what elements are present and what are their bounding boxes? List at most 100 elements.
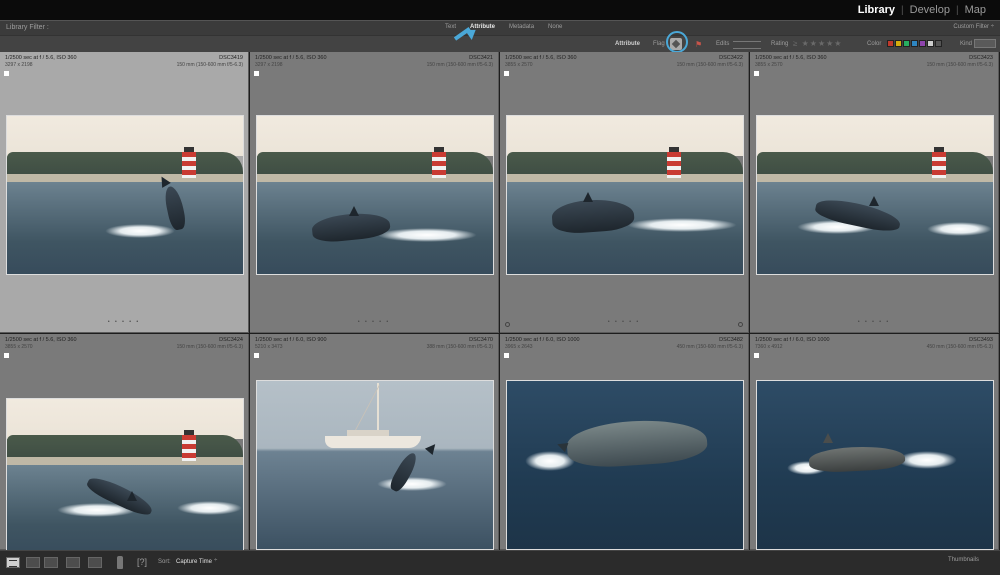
attribute-filter-row: Attribute Flag ⚑ Edits Rating ≥ ★★★★★ Co…	[0, 35, 1000, 53]
lens-info: 150 mm (150-600 mm f/5-6.3)	[426, 62, 493, 68]
sort-direction-icon[interactable]: [?]	[137, 557, 147, 567]
rating-stars-filter[interactable]: ≥ ★★★★★	[793, 39, 842, 48]
image-dimensions: 3965 x 2643	[505, 344, 533, 350]
lens-info: 150 mm (150-600 mm f/5-6.3)	[676, 62, 743, 68]
flag-badge-icon[interactable]	[504, 353, 509, 358]
rating-dots[interactable]: • • • • •	[500, 319, 748, 325]
image-dimensions: 3297 x 2198	[5, 62, 33, 68]
library-filter-bar: Library Filter : Text Attribute Metadata…	[0, 20, 1000, 53]
flag-badge-icon[interactable]	[754, 353, 759, 358]
exposure-info: 1/2500 sec at f / 6.0, ISO 1000	[755, 337, 830, 343]
file-name: DSC3423	[969, 55, 993, 61]
grid-cell[interactable]: 1/2500 sec at f / 6.0, ISO 900 DSC3470 5…	[250, 334, 499, 550]
edits-filter-icon[interactable]	[733, 41, 761, 49]
tab-none[interactable]: None	[543, 23, 567, 31]
people-view-icon[interactable]	[88, 557, 102, 568]
file-name: DSC3424	[219, 337, 243, 343]
bottom-toolbar: [?] Sort: Capture Time ÷ Thumbnails	[0, 550, 1000, 575]
flag-badge-icon[interactable]	[4, 71, 9, 76]
grid-cell[interactable]: 1/2500 sec at f / 5.6, ISO 360 DSC3421 3…	[250, 52, 499, 333]
thumbnail-image[interactable]	[506, 380, 744, 550]
module-develop[interactable]: Develop	[904, 4, 956, 16]
module-map[interactable]: Map	[959, 4, 992, 16]
lens-info: 450 mm (150-600 mm f/5-6.3)	[676, 344, 743, 350]
tab-text[interactable]: Text	[440, 23, 461, 31]
survey-view-icon[interactable]	[66, 557, 80, 568]
painter-spray-icon[interactable]	[117, 556, 123, 569]
rating-label: Rating	[771, 41, 789, 47]
tab-metadata[interactable]: Metadata	[504, 23, 539, 31]
annotation-highlight-circle	[666, 31, 688, 53]
flag-badge-icon[interactable]	[504, 71, 509, 76]
file-name: DSC3493	[969, 337, 993, 343]
module-bar: Library | Develop | Map	[0, 0, 1000, 20]
thumbnail-image[interactable]	[6, 115, 244, 275]
grid-cell[interactable]: 1/2500 sec at f / 5.6, ISO 360 DSC3419 3…	[0, 52, 249, 333]
exposure-info: 1/2500 sec at f / 5.6, ISO 360	[255, 55, 327, 61]
color-swatch-other[interactable]	[927, 40, 934, 47]
color-swatch-red[interactable]	[887, 40, 894, 47]
color-swatch-blue[interactable]	[911, 40, 918, 47]
file-name: DSC3482	[719, 337, 743, 343]
file-name: DSC3422	[719, 55, 743, 61]
grid-cell[interactable]: 1/2500 sec at f / 5.6, ISO 360 DSC3422 3…	[500, 52, 749, 333]
rotate-icon[interactable]	[738, 322, 743, 327]
sort-chevron-icon[interactable]: ÷	[214, 558, 217, 564]
attribute-label: Attribute	[615, 41, 640, 47]
image-dimensions: 3855 x 2570	[505, 62, 533, 68]
sort-dropdown[interactable]: Capture Time	[176, 559, 212, 565]
color-swatch-yellow[interactable]	[895, 40, 902, 47]
color-label-swatches	[887, 40, 942, 47]
thumbnail-image[interactable]	[256, 380, 494, 550]
rating-dots[interactable]: • • • • •	[250, 319, 498, 325]
thumbnail-image[interactable]	[756, 115, 994, 275]
lens-info: 150 mm (150-600 mm f/5-6.3)	[176, 62, 243, 68]
color-swatch-none[interactable]	[935, 40, 942, 47]
color-swatch-green[interactable]	[903, 40, 910, 47]
thumbnail-image[interactable]	[506, 115, 744, 275]
grid-cell[interactable]: 1/2500 sec at f / 6.0, ISO 1000 DSC3482 …	[500, 334, 749, 550]
flag-badge-icon[interactable]	[254, 71, 259, 76]
lens-info: 150 mm (150-600 mm f/5-6.3)	[926, 62, 993, 68]
flag-badge-icon[interactable]	[254, 353, 259, 358]
exposure-info: 1/2500 sec at f / 5.6, ISO 360	[755, 55, 827, 61]
thumbnails-size-label: Thumbnails	[948, 557, 980, 563]
image-dimensions: 3855 x 2570	[755, 62, 783, 68]
flag-badge-icon[interactable]	[754, 71, 759, 76]
image-dimensions: 5210 x 3473	[255, 344, 283, 350]
custom-filter-dropdown[interactable]: Custom Filter ÷	[953, 24, 994, 30]
lens-info: 150 mm (150-600 mm f/5-6.3)	[176, 344, 243, 350]
file-name: DSC3421	[469, 55, 493, 61]
thumbnail-image[interactable]	[256, 115, 494, 275]
grid-view-icon[interactable]	[6, 557, 20, 568]
lens-info: 450 mm (150-600 mm f/5-6.3)	[926, 344, 993, 350]
lighthouse-icon	[182, 147, 196, 178]
edits-label: Edits	[716, 41, 730, 47]
kind-filter-icon[interactable]	[974, 39, 996, 48]
compare-view-icon[interactable]	[44, 557, 58, 568]
rating-dots[interactable]: • • • • •	[0, 319, 248, 325]
loupe-view-icon[interactable]	[26, 557, 40, 568]
lens-info: 388 mm (150-600 mm f/5-6.3)	[426, 344, 493, 350]
file-name: DSC3470	[469, 337, 493, 343]
lighthouse-icon	[667, 147, 681, 178]
grid-cell[interactable]: 1/2500 sec at f / 5.6, ISO 360 DSC3424 3…	[0, 334, 249, 551]
image-dimensions: 3297 x 2198	[255, 62, 283, 68]
thumbnail-image[interactable]	[6, 398, 244, 551]
image-dimensions: 7360 x 4912	[755, 344, 783, 350]
image-dimensions: 3855 x 2570	[5, 344, 33, 350]
lighthouse-icon	[932, 147, 946, 178]
exposure-info: 1/2500 sec at f / 5.6, ISO 360	[5, 55, 77, 61]
exposure-info: 1/2500 sec at f / 5.6, ISO 360	[5, 337, 77, 343]
rating-dots[interactable]: • • • • •	[750, 319, 998, 325]
flag-badge-icon[interactable]	[4, 353, 9, 358]
grid-cell[interactable]: 1/2500 sec at f / 5.6, ISO 360 DSC3423 3…	[750, 52, 999, 333]
exposure-info: 1/2500 sec at f / 6.0, ISO 900	[255, 337, 327, 343]
color-swatch-purple[interactable]	[919, 40, 926, 47]
flag-filter-reject-icon[interactable]: ⚑	[695, 40, 702, 49]
library-filter-title: Library Filter :	[6, 24, 49, 31]
thumbnail-image[interactable]	[756, 380, 994, 550]
module-library[interactable]: Library	[852, 4, 901, 16]
exposure-info: 1/2500 sec at f / 6.0, ISO 1000	[505, 337, 580, 343]
grid-cell[interactable]: 1/2500 sec at f / 6.0, ISO 1000 DSC3493 …	[750, 334, 999, 550]
